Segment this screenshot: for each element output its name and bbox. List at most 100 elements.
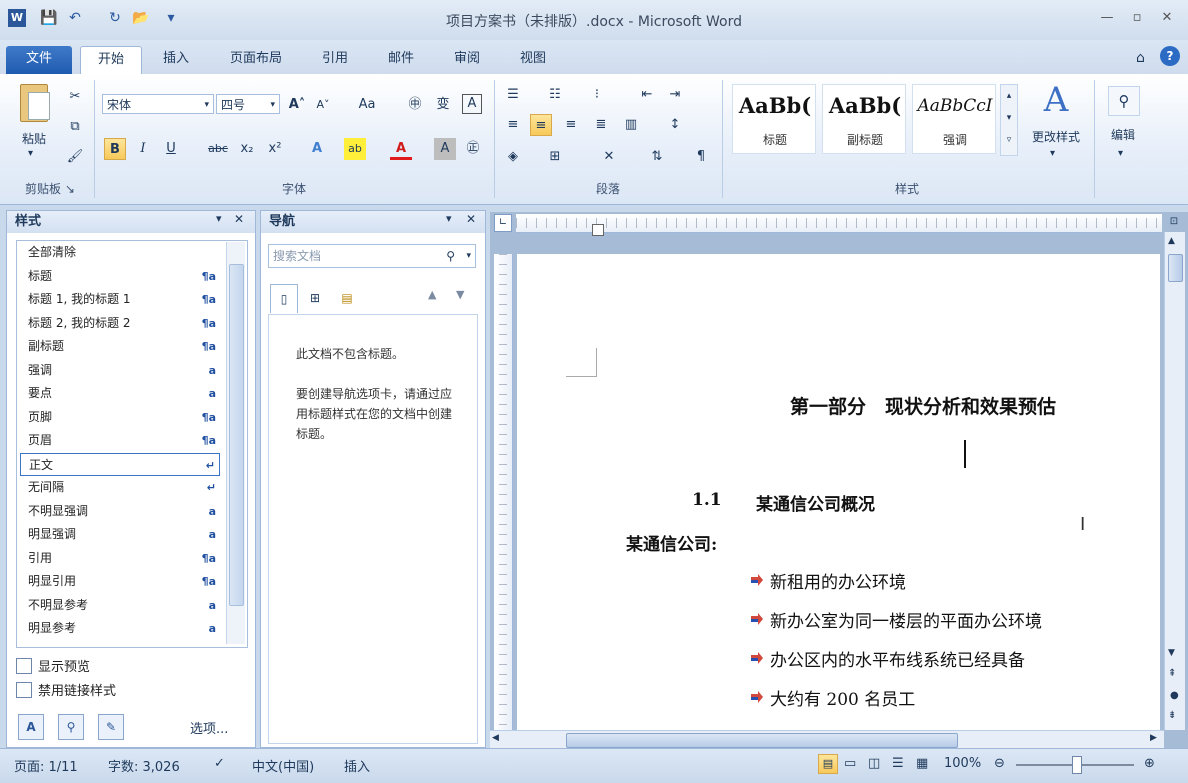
print-layout-view-icon[interactable]: ▤ bbox=[818, 754, 838, 774]
draft-view-icon[interactable]: ▦ bbox=[916, 756, 928, 771]
outline-view-icon[interactable]: ☰ bbox=[892, 756, 904, 771]
decrease-indent-icon[interactable]: ⇤ bbox=[636, 84, 658, 106]
font-color-icon[interactable]: A bbox=[390, 138, 412, 160]
change-styles-icon[interactable]: A bbox=[1034, 80, 1078, 120]
line-spacing-icon[interactable]: ↕ bbox=[664, 114, 686, 136]
format-painter-icon[interactable]: 🖌 bbox=[64, 146, 86, 168]
style-list-item[interactable]: 不明显强调 a bbox=[20, 500, 220, 523]
style-list-item[interactable]: 正文 ↵ bbox=[20, 452, 220, 476]
change-case-icon[interactable]: Aa bbox=[352, 94, 382, 116]
style-list-item[interactable]: 引用 ¶a bbox=[20, 547, 220, 570]
save-icon[interactable]: 💾 bbox=[40, 9, 58, 27]
style-gallery-subtitle[interactable]: AaBb( 副标题 bbox=[822, 84, 906, 154]
bullet-item[interactable]: 新办公室为同一楼层的平面办公环境 bbox=[770, 607, 1042, 632]
style-options-link[interactable]: 选项... bbox=[190, 718, 228, 737]
style-gallery-scroll[interactable]: ▴ ▾ ▿ bbox=[1000, 84, 1018, 156]
zoom-in-icon[interactable]: ⊕ bbox=[1144, 756, 1155, 771]
shading-icon[interactable]: ◈ bbox=[502, 146, 524, 168]
scroll-down-icon[interactable]: ▼ bbox=[1168, 648, 1175, 658]
change-styles-button[interactable]: 更改样式 bbox=[1024, 128, 1088, 145]
styles-pane-menu-icon[interactable]: ▾ bbox=[216, 212, 222, 225]
bullet-item[interactable]: 大约有 200 名员工 bbox=[770, 685, 915, 710]
strikethrough-button[interactable]: abc bbox=[204, 138, 232, 160]
style-list-item[interactable]: 全部清除 bbox=[20, 241, 220, 264]
italic-button[interactable]: I bbox=[132, 138, 154, 160]
paste-icon[interactable] bbox=[16, 84, 52, 124]
copy-icon[interactable]: ⧉ bbox=[64, 116, 86, 138]
tab-insert[interactable]: 插入 bbox=[146, 46, 206, 74]
highlight-color-icon[interactable]: ab bbox=[344, 138, 366, 160]
prev-page-icon[interactable]: ⇞ bbox=[1168, 668, 1176, 679]
scroll-up-icon[interactable]: ▲ bbox=[1168, 236, 1175, 246]
tab-review[interactable]: 审阅 bbox=[438, 46, 496, 74]
section-title[interactable]: 某通信公司概况 bbox=[756, 490, 875, 515]
font-name-select[interactable]: 宋体 ▾ bbox=[102, 94, 214, 114]
style-list-item[interactable]: 不明显参考 a bbox=[20, 594, 220, 617]
tab-references[interactable]: 引用 bbox=[306, 46, 364, 74]
align-right-icon[interactable]: ≡ bbox=[560, 114, 582, 136]
nav-search-input[interactable]: 搜索文档 ⚲ ▾ bbox=[268, 244, 476, 268]
style-gallery-title[interactable]: AaBb( 标题 bbox=[732, 84, 816, 154]
next-page-icon[interactable]: ⇟ bbox=[1168, 710, 1176, 721]
bullets-icon[interactable]: ☰ bbox=[502, 84, 524, 106]
word-app-icon[interactable]: W bbox=[8, 9, 26, 27]
style-list-item[interactable]: 明显引用 ¶a bbox=[20, 570, 220, 593]
align-center-icon[interactable]: ≡ bbox=[530, 114, 552, 136]
style-list-item[interactable]: 标题 1, 我的标题 1 ¶a bbox=[20, 288, 220, 311]
tab-selector-icon[interactable]: ∟ bbox=[494, 214, 512, 232]
text-effects-icon[interactable]: A bbox=[306, 138, 328, 160]
tab-home[interactable]: 开始 bbox=[80, 46, 142, 75]
doc-heading[interactable]: 第一部分 现状分析和效果预估 bbox=[790, 392, 1056, 419]
tab-file[interactable]: 文件 bbox=[6, 46, 72, 74]
restore-button[interactable]: ▫ bbox=[1126, 10, 1148, 28]
style-list-item[interactable]: 无间隔 ↵ bbox=[20, 476, 220, 499]
borders-icon[interactable]: ⊞ bbox=[544, 146, 566, 168]
view-ruler-icon[interactable]: ⊡ bbox=[1166, 216, 1182, 230]
zoom-level[interactable]: 100% bbox=[944, 756, 981, 771]
tab-mailings[interactable]: 邮件 bbox=[372, 46, 430, 74]
language-indicator[interactable]: 中文(中国) bbox=[252, 756, 314, 775]
horizontal-scrollbar[interactable] bbox=[490, 730, 1164, 749]
open-folder-icon[interactable]: 📂 bbox=[132, 9, 150, 27]
phonetic-guide-icon[interactable]: 变 bbox=[432, 94, 454, 116]
nav-pane-close-icon[interactable]: ✕ bbox=[466, 212, 476, 226]
search-icon[interactable]: ⚲ bbox=[446, 245, 455, 267]
enclose-char-icon[interactable]: ㊣ bbox=[462, 138, 484, 160]
numbering-icon[interactable]: ☷ bbox=[544, 84, 566, 106]
paste-dropdown-icon[interactable]: ▾ bbox=[28, 148, 33, 159]
align-left-icon[interactable]: ≡ bbox=[502, 114, 524, 136]
customize-qat-icon[interactable]: ▾ bbox=[162, 9, 180, 27]
style-list-item[interactable]: 页脚 ¶a bbox=[20, 406, 220, 429]
horizontal-ruler[interactable] bbox=[516, 214, 1162, 233]
style-list-item[interactable]: 明显强调 a bbox=[20, 523, 220, 546]
styles-scrollbar[interactable] bbox=[226, 242, 245, 644]
browse-results-tab[interactable]: ▤ bbox=[334, 284, 360, 312]
chinese-layout-icon[interactable]: ✕ bbox=[598, 146, 620, 168]
paste-button[interactable]: 粘贴 bbox=[14, 130, 54, 147]
show-marks-icon[interactable]: ¶ bbox=[690, 146, 712, 168]
browse-headings-tab[interactable]: ▯ bbox=[270, 284, 298, 313]
browse-pages-tab[interactable]: ⊞ bbox=[302, 284, 328, 312]
subscript-button[interactable]: x₂ bbox=[236, 138, 258, 160]
bold-button[interactable]: B bbox=[104, 138, 126, 160]
ribbon-minimize-icon[interactable]: ⌂ bbox=[1136, 50, 1145, 66]
zoom-out-icon[interactable]: ⊖ bbox=[994, 756, 1005, 771]
sort-icon[interactable]: ⇅ bbox=[646, 146, 668, 168]
underline-button[interactable]: U bbox=[160, 138, 182, 160]
change-styles-dropdown-icon[interactable]: ▾ bbox=[1050, 148, 1055, 159]
bullet-item[interactable]: 办公区内的水平布线系统已经具备 bbox=[770, 646, 1025, 671]
distributed-icon[interactable]: ▥ bbox=[620, 114, 642, 136]
scroll-left-icon[interactable]: ◀ bbox=[492, 733, 499, 743]
editing-button[interactable]: 编辑 bbox=[1100, 126, 1146, 143]
zoom-slider-thumb[interactable] bbox=[1072, 756, 1082, 774]
style-list-item[interactable]: 明显参考 a bbox=[20, 617, 220, 640]
web-layout-view-icon[interactable]: ◫ bbox=[868, 756, 880, 771]
style-list-item[interactable]: 副标题 ¶a bbox=[20, 335, 220, 358]
word-count[interactable]: 字数: 3,026 bbox=[108, 756, 180, 775]
style-list-item[interactable]: 页眉 ¶a bbox=[20, 429, 220, 452]
browse-object-icon[interactable]: ● bbox=[1170, 690, 1179, 701]
nav-next-icon[interactable]: ▼ bbox=[456, 288, 464, 301]
undo-icon[interactable]: ↶ bbox=[66, 9, 84, 27]
style-list-item[interactable]: 强调 a bbox=[20, 359, 220, 382]
font-size-select[interactable]: 四号 ▾ bbox=[216, 94, 280, 114]
